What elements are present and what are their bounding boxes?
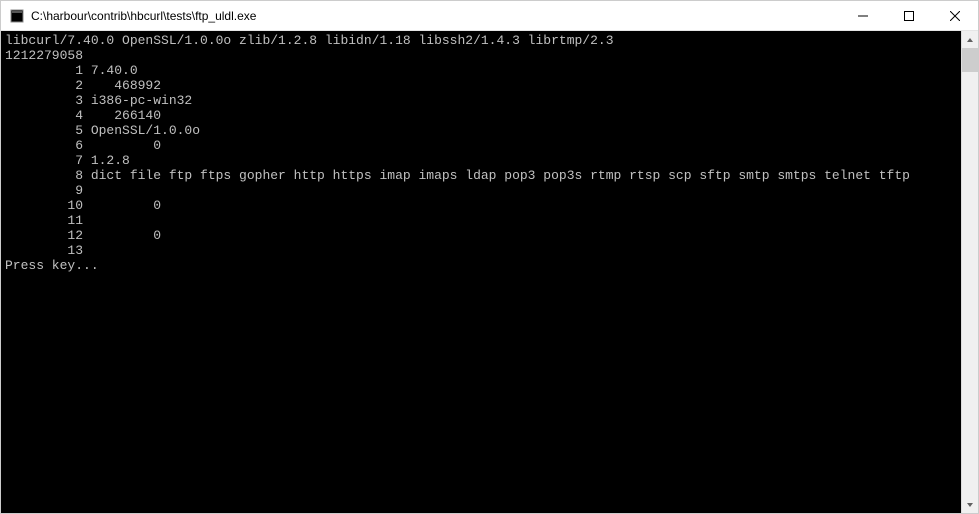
minimize-button[interactable] (840, 1, 886, 30)
scrollbar-thumb[interactable] (962, 48, 978, 72)
vertical-scrollbar[interactable] (961, 31, 978, 513)
scroll-down-arrow-icon[interactable] (962, 496, 978, 513)
window-controls (840, 1, 978, 30)
window-title: C:\harbour\contrib\hbcurl\tests\ftp_uldl… (31, 9, 840, 23)
maximize-button[interactable] (886, 1, 932, 30)
close-button[interactable] (932, 1, 978, 30)
console-area: libcurl/7.40.0 OpenSSL/1.0.0o zlib/1.2.8… (1, 31, 978, 513)
window-titlebar: C:\harbour\contrib\hbcurl\tests\ftp_uldl… (1, 1, 978, 31)
scroll-up-arrow-icon[interactable] (962, 31, 978, 48)
scrollbar-track[interactable] (962, 48, 978, 496)
app-icon (9, 8, 25, 24)
console-output: libcurl/7.40.0 OpenSSL/1.0.0o zlib/1.2.8… (1, 31, 961, 513)
